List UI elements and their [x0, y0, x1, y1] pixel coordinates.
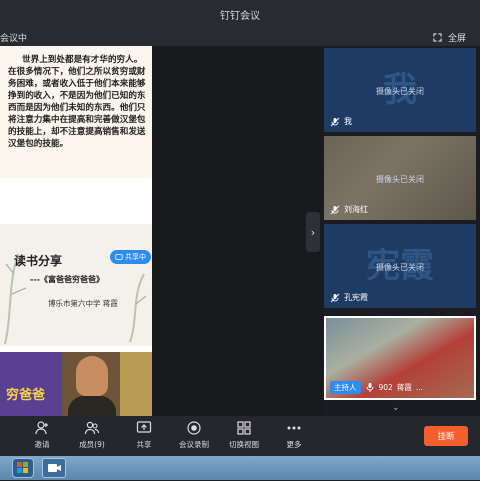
hangup-button[interactable]: 挂断 — [424, 426, 468, 446]
switch-view-label: 切换视图 — [229, 440, 259, 449]
record-label: 会议录制 — [179, 440, 209, 449]
share-button[interactable]: 共享 — [122, 420, 166, 454]
share-icon — [136, 421, 152, 433]
participant-name: 刘海红 — [344, 205, 368, 214]
mic-muted-icon — [330, 117, 340, 126]
more-button[interactable]: 更多 — [272, 420, 316, 454]
slide-author: 博乐市第六中学 蒋霞 — [48, 299, 118, 308]
author-portrait — [76, 356, 108, 396]
participant-name-prefix: 902 — [378, 382, 393, 392]
members-button[interactable]: 成员(9) — [70, 420, 114, 454]
sharing-badge-label: 共享中 — [125, 253, 146, 261]
participant-tile[interactable]: 宪霞 摄像头已关闭 孔宪霞 — [324, 224, 476, 308]
blank-gap — [0, 178, 152, 224]
share-screen-icon — [115, 254, 123, 260]
shared-doc-text: 世界上到处都是有才华的穷人。在很多情况下，他们之所以贫穷或财务困难，或者收入低于… — [0, 46, 152, 178]
grid-view-icon — [237, 421, 251, 435]
participant-tile-active[interactable]: 主持人 902 蒋霞 ... — [324, 316, 476, 400]
bamboo-decoration — [4, 253, 147, 345]
more-icon — [287, 426, 301, 430]
participant-tile[interactable]: 摄像头已关闭 刘海红 — [324, 136, 476, 220]
sharing-badge[interactable]: 共享中 — [110, 250, 151, 264]
more-label: 更多 — [286, 440, 302, 449]
book-cover-1-title: 穷爸爸 — [6, 388, 46, 403]
fullscreen-icon — [433, 33, 442, 42]
stage-background — [152, 46, 322, 416]
invite-button[interactable]: 邀请 — [20, 420, 64, 454]
participant-tile[interactable]: 我 摄像头已关闭 我 — [324, 48, 476, 132]
collapse-panel-button[interactable]: › — [306, 212, 320, 252]
participant-list: 我 摄像头已关闭 我 摄像头已关闭 刘海红 宪霞 摄像头已关闭 孔宪霞 主持人 … — [322, 46, 480, 416]
record-icon — [187, 421, 201, 435]
window-titlebar: 钉钉会议 — [0, 0, 480, 28]
window-title: 钉钉会议 — [220, 10, 260, 22]
members-label: 成员(9) — [79, 440, 105, 449]
participant-label: 刘海红 — [330, 204, 368, 215]
mic-icon — [366, 383, 373, 392]
participant-label: 孔宪霞 — [330, 292, 368, 303]
shared-slide: 读书分享 ---《富爸爸穷爸爸》 博乐市第六中学 蒋霞 共享中 — [0, 224, 152, 346]
slide-subtitle: ---《富爸爸穷爸爸》 — [30, 275, 104, 284]
participant-name: 我 — [344, 117, 352, 126]
book-cover-2 — [62, 352, 120, 416]
chevron-down-icon[interactable]: ⌄ — [392, 403, 400, 413]
windows-logo-icon — [17, 462, 28, 473]
participant-label: 我 — [330, 116, 352, 127]
camera-status: 摄像头已关闭 — [376, 87, 424, 96]
os-taskbar — [0, 456, 480, 480]
start-button[interactable] — [12, 458, 34, 478]
invite-icon — [35, 421, 48, 435]
meeting-topbar: 会议中 全屏 — [0, 28, 480, 46]
taskbar-app-dingtalk[interactable] — [42, 458, 66, 478]
shared-screen-area: 世界上到处都是有才华的穷人。在很多情况下，他们之所以贫穷或财务困难，或者收入低于… — [0, 46, 322, 416]
fullscreen-button[interactable]: 全屏 — [433, 31, 466, 44]
host-tag: 主持人 — [330, 380, 361, 394]
record-button[interactable]: 会议录制 — [172, 420, 216, 454]
participant-name: 孔宪霞 — [344, 293, 368, 302]
book-covers: 穷爸爸 — [0, 352, 152, 416]
meeting-status: 会议中 — [0, 34, 28, 44]
mic-muted-icon — [330, 205, 340, 214]
share-label: 共享 — [136, 440, 152, 449]
chevron-right-icon: › — [310, 225, 316, 239]
more-options[interactable]: ... — [416, 383, 423, 392]
fullscreen-label: 全屏 — [447, 34, 466, 44]
switch-view-button[interactable]: 切换视图 — [222, 420, 266, 454]
host-label-bar: 主持人 902 蒋霞 ... — [330, 380, 423, 394]
book-cover-1: 穷爸爸 — [0, 352, 62, 416]
slide-title: 读书分享 — [14, 254, 63, 268]
book-cover-3 — [120, 352, 152, 416]
camera-status: 摄像头已关闭 — [376, 263, 424, 272]
mic-muted-icon — [330, 293, 340, 302]
video-camera-icon — [48, 464, 61, 472]
participant-name: 蒋霞 — [396, 382, 412, 392]
author-suit — [68, 396, 116, 416]
members-icon — [84, 421, 100, 435]
camera-status: 摄像头已关闭 — [376, 175, 424, 184]
shared-phone-screen: 世界上到处都是有才华的穷人。在很多情况下，他们之所以贫穷或财务困难，或者收入低于… — [0, 46, 152, 416]
invite-label: 邀请 — [34, 440, 50, 449]
meeting-toolbar: 邀请 成员(9) 共享 会议录制 切换视图 更多 挂断 — [0, 416, 480, 456]
